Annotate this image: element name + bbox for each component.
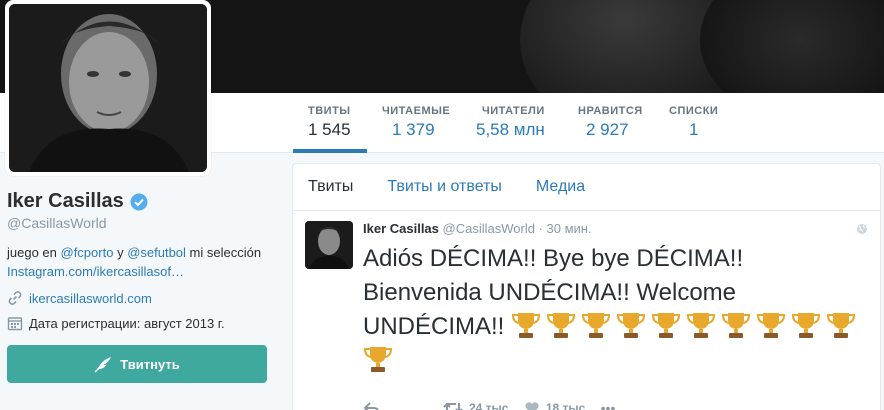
tweet-time[interactable]: · 30 мин.	[539, 221, 592, 236]
trophy-icon	[617, 313, 646, 338]
tab-media[interactable]: Медиа	[536, 178, 585, 196]
trophy-icon	[582, 313, 611, 338]
bio-text: y	[113, 245, 128, 260]
retweet-icon	[443, 402, 463, 410]
stat-lists[interactable]: СПИСКИ 1	[669, 93, 718, 153]
calendar-icon	[7, 317, 23, 331]
profile-name-row: Iker Casillas	[7, 190, 269, 213]
tweet-author[interactable]: Iker Casillas	[363, 221, 439, 236]
stat-value: 1 545	[308, 120, 351, 139]
bio-link-instagram[interactable]: Instagram.com/ikercasillasof…	[7, 264, 184, 279]
stat-following[interactable]: ЧИТАЕМЫЕ 1 379	[382, 93, 450, 153]
profile-website-row: ikercasillasworld.com	[7, 290, 269, 306]
stat-value: 5,58 млн	[476, 120, 545, 139]
link-icon	[8, 291, 22, 305]
tweet-to-button[interactable]: Твитнуть	[7, 345, 267, 383]
verified-badge-icon	[130, 193, 148, 210]
profile-card: Iker Casillas @CasillasWorld juego en @f…	[7, 190, 269, 331]
trophy-icon	[512, 313, 541, 338]
tweet-button-label: Твитнуть	[120, 356, 180, 372]
tweet-avatar[interactable]	[305, 221, 353, 269]
profile-name[interactable]: Iker Casillas	[7, 190, 124, 213]
stat-tweets[interactable]: ТВИТЫ 1 545	[293, 93, 367, 153]
reply-icon	[363, 402, 379, 410]
stat-followers[interactable]: ЧИТАТЕЛИ 5,58 млн	[476, 93, 545, 153]
timeline-tabs: Твиты Твиты и ответы Медиа	[293, 164, 880, 211]
avatar-photo	[9, 4, 207, 172]
trophy-icon	[363, 347, 393, 372]
profile-joined-row: Дата регистрации: август 2013 г.	[7, 315, 269, 331]
like-button[interactable]: 18 тыс.	[524, 401, 589, 410]
retweet-button[interactable]: 24 тыс.	[443, 401, 512, 410]
stat-value: 1	[689, 120, 699, 139]
trophy-icon	[722, 313, 751, 338]
trophy-icon	[547, 313, 576, 338]
tab-tweets[interactable]: Твиты	[308, 178, 353, 196]
tweet-handle[interactable]: @CasillasWorld	[443, 221, 535, 236]
globe-icon	[857, 224, 867, 234]
heart-icon	[525, 402, 539, 410]
reply-button[interactable]	[363, 401, 381, 410]
trophy-icon	[687, 313, 716, 338]
tab-tweets-and-replies[interactable]: Твиты и ответы	[387, 178, 502, 196]
bio-text: mi selección	[185, 245, 262, 260]
profile-joined: Дата регистрации: август 2013 г.	[29, 315, 225, 331]
more-options-button[interactable]: •••	[601, 400, 616, 410]
quill-icon	[94, 357, 112, 373]
bio-link-fcporto[interactable]: @fcporto	[61, 245, 114, 260]
stat-value: 2 927	[586, 120, 629, 139]
like-count: 18 тыс.	[545, 401, 589, 410]
bio-text: juego en	[7, 245, 61, 260]
retweet-count: 24 тыс.	[469, 401, 512, 410]
timeline-panel: Твиты Твиты и ответы Медиа Iker Casillas…	[292, 163, 881, 410]
tweet-item[interactable]: Iker Casillas @CasillasWorld · 30 мин. A…	[293, 211, 880, 410]
trophy-icon	[757, 313, 786, 338]
stat-label: ЧИТАТЕЛИ	[482, 105, 545, 117]
bio-link-sefutbol[interactable]: @sefutbol	[127, 245, 186, 260]
trophy-icon	[792, 313, 821, 338]
stat-label: ЧИТАЕМЫЕ	[382, 105, 451, 117]
stat-value: 1 379	[392, 120, 435, 139]
tweet-actions: 24 тыс. 18 тыс. •••	[363, 400, 868, 410]
trophy-icon	[827, 313, 856, 338]
stat-label: ТВИТЫ	[308, 105, 351, 117]
stat-label: СПИСКИ	[669, 105, 719, 117]
profile-avatar[interactable]	[5, 0, 211, 176]
trophy-icon	[652, 313, 681, 338]
profile-bio: juego en @fcporto y @sefutbol mi selecci…	[7, 243, 269, 281]
tweet-header: Iker Casillas @CasillasWorld · 30 мин.	[363, 221, 868, 236]
stat-label: НРАВИТСЯ	[578, 105, 643, 117]
profile-handle[interactable]: @CasillasWorld	[7, 215, 269, 231]
tweet-text: Adiós DÉCIMA!! Bye bye DÉCIMA!! Bienveni…	[363, 242, 863, 378]
stat-likes[interactable]: НРАВИТСЯ 2 927	[578, 93, 643, 153]
profile-website[interactable]: ikercasillasworld.com	[29, 291, 152, 306]
